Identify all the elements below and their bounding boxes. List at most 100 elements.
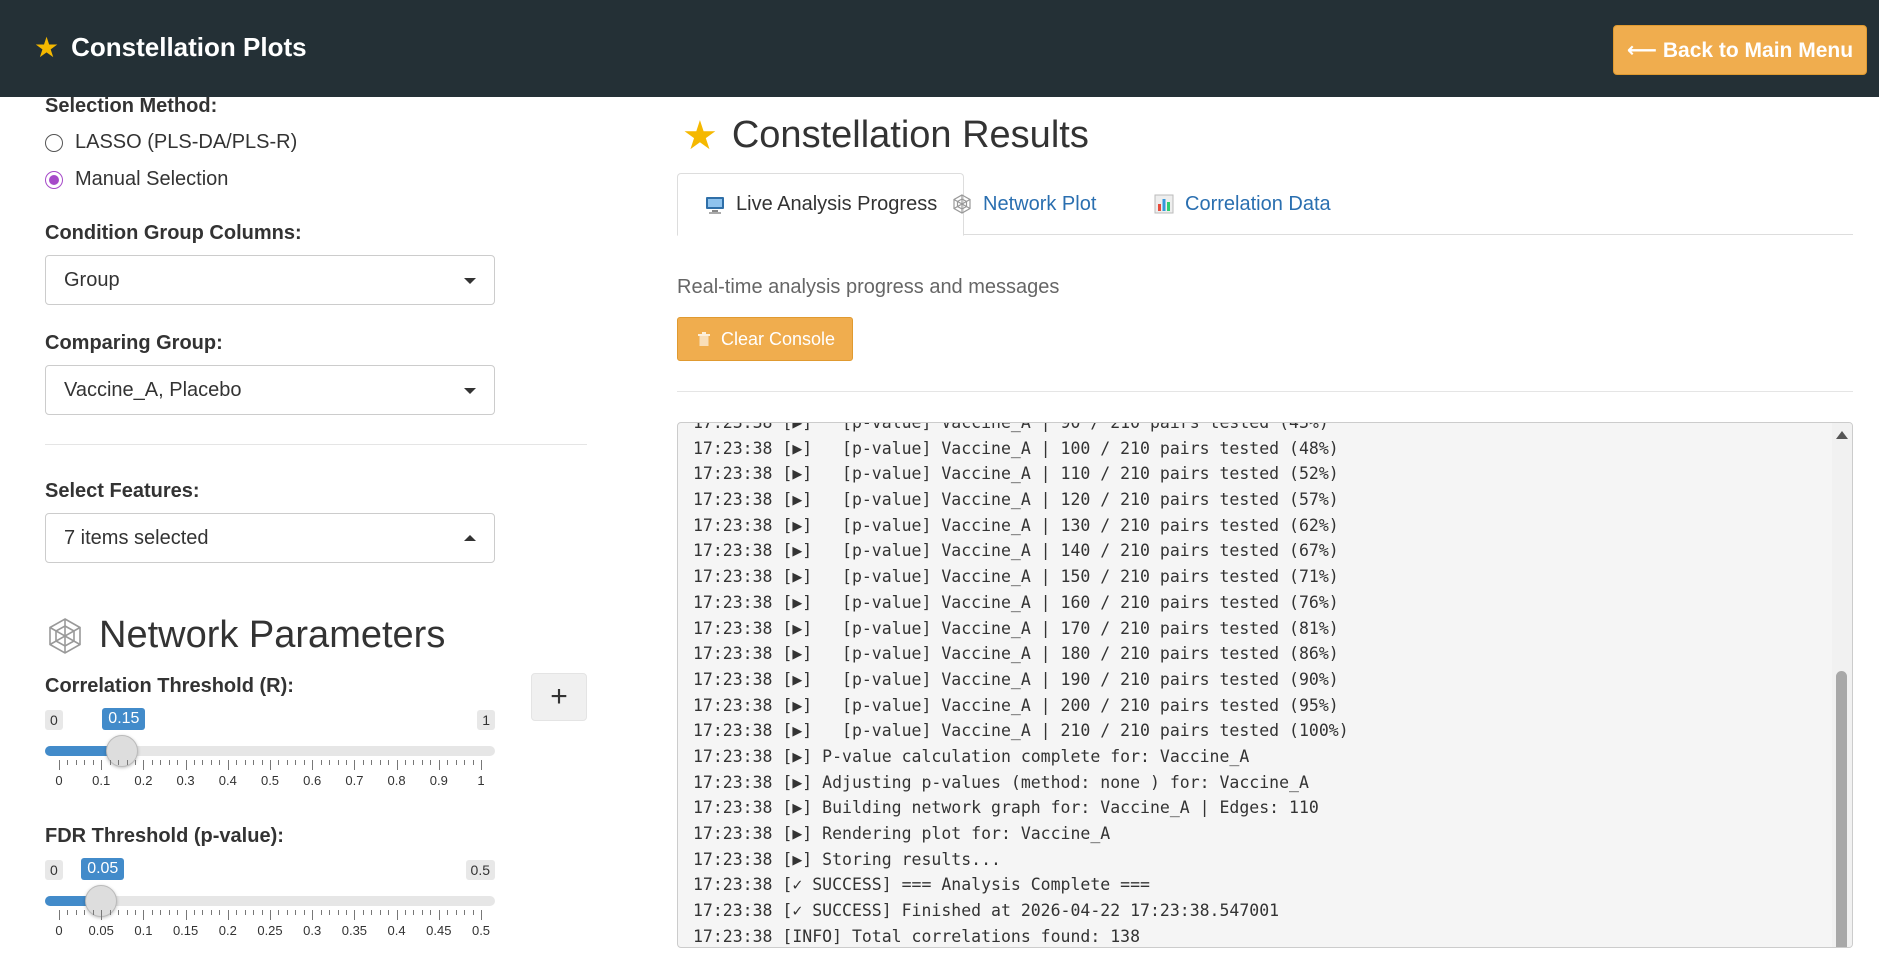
- slider-tick: [134, 760, 136, 765]
- console-line: 17:23:38 [✓ SUCCESS] === Analysis Comple…: [693, 875, 1150, 895]
- slider-tick: [270, 910, 271, 920]
- slider-tick: [168, 760, 170, 765]
- slider-tick: [481, 760, 482, 770]
- slider-tick: [472, 760, 474, 765]
- spiderweb-icon: [953, 194, 971, 214]
- trash-icon: [697, 332, 710, 346]
- console-output[interactable]: 17:23:38 [▶] [p-value] Vaccine_A | 90 / …: [677, 422, 1853, 948]
- slider-tick-label: 0.45: [426, 923, 452, 938]
- slider-tick: [455, 760, 457, 765]
- slider-tick: [227, 760, 229, 770]
- console-line: 17:23:38 [▶] Storing results...: [693, 849, 1001, 869]
- slider-min-label: 0: [45, 710, 63, 730]
- add-button[interactable]: +: [531, 673, 587, 721]
- slider-tick: [286, 760, 288, 765]
- slider-tick: [92, 910, 94, 915]
- slider-value-label: 0.05: [81, 858, 125, 880]
- console-line: 17:23:38 [▶] [p-value] Vaccine_A | 180 /…: [693, 644, 1339, 664]
- slider-tick: [270, 760, 271, 770]
- scrollbar-thumb[interactable]: [1836, 671, 1847, 947]
- slider-tick-label: 0: [55, 773, 63, 788]
- slider-tick-label: 0.9: [429, 773, 448, 788]
- clear-console-label: Clear Console: [720, 328, 836, 349]
- slider-tick: [194, 760, 196, 765]
- slider-tick: [101, 910, 103, 920]
- slider-tick: [379, 910, 381, 915]
- slider-tick: [371, 910, 373, 915]
- slider-tick: [253, 910, 255, 915]
- slider-tick: [438, 910, 440, 920]
- tab-network-plot[interactable]: Network Plot: [925, 173, 1122, 235]
- slider-tick: [236, 760, 238, 765]
- slider-tick: [126, 760, 128, 765]
- slider-tick: [354, 910, 356, 920]
- console-line: 17:23:38 [▶] [p-value] Vaccine_A | 200 /…: [693, 695, 1339, 715]
- slider-tick: [84, 910, 86, 915]
- slider-tick: [75, 910, 77, 915]
- condition-group-select[interactable]: Group: [45, 255, 495, 305]
- plus-icon: +: [550, 680, 568, 713]
- fdr-threshold-slider[interactable]: 0 0.5 0.05 0 0.05 0.1 0.15 0.2 0.25 0.3 0.35 0.4 0.4…: [45, 858, 495, 960]
- slider-tick: [329, 760, 331, 765]
- slider-tick: [354, 760, 356, 770]
- slider-tick: [194, 910, 196, 915]
- correlation-threshold-label: Correlation Threshold (R):: [45, 675, 294, 697]
- slider-tick: [405, 760, 407, 765]
- back-to-main-menu-button[interactable]: ⟵ Back to Main Menu: [1613, 25, 1867, 75]
- console-line: 17:23:38 [▶] [p-value] Vaccine_A | 160 /…: [693, 592, 1339, 612]
- app-title: ★ Constellation Plots: [34, 32, 307, 63]
- slider-tick: [118, 760, 120, 765]
- slider-handle[interactable]: [106, 735, 139, 767]
- slider-tick: [438, 760, 440, 770]
- network-parameters-heading: Network Parameters: [45, 614, 445, 657]
- slider-tick-label: 0.4: [218, 773, 237, 788]
- radio-lasso[interactable]: LASSO (PLS-DA/PLS-R): [45, 131, 297, 154]
- console-line: 17:23:38 [▶] [p-value] Vaccine_A | 140 /…: [693, 541, 1339, 561]
- slider-tick-label: 0.35: [341, 923, 368, 938]
- radio-button-manual[interactable]: [45, 170, 63, 189]
- slider-tick: [143, 760, 145, 770]
- slider-tick: [278, 760, 280, 765]
- console-description: Real-time analysis progress and messages: [677, 276, 1060, 298]
- slider-max-label: 1: [477, 710, 495, 730]
- page-title-text: Constellation Results: [731, 114, 1089, 156]
- clear-console-button[interactable]: Clear Console: [677, 317, 853, 361]
- slider-tick: [244, 910, 246, 915]
- console-scrollbar[interactable]: [1832, 423, 1852, 947]
- slider-tick: [185, 760, 187, 770]
- slider-max-label: 0.5: [465, 860, 495, 880]
- tab-live-analysis-progress[interactable]: Live Analysis Progress: [677, 173, 965, 236]
- caret-up-icon: [464, 535, 476, 541]
- slider-min-label: 0: [45, 860, 63, 880]
- scroll-up-arrow-icon[interactable]: [1836, 431, 1848, 439]
- radio-manual-selection[interactable]: Manual Selection: [45, 168, 228, 191]
- console-line: 17:23:38 [▶] Building network graph for:…: [693, 798, 1319, 818]
- sidebar-divider: [45, 444, 587, 445]
- slider-tick: [253, 760, 255, 765]
- correlation-threshold-slider[interactable]: 0 1 0.15 0 0.1 0.2 0.3 0.4 0.5 0.6 0.7 0.8 0.9 1: [45, 708, 495, 810]
- select-features-dropdown[interactable]: 7 items selected: [45, 513, 495, 563]
- console-line: 17:23:38 [▶] Rendering plot for: Vaccine…: [693, 824, 1111, 843]
- slider-tick: [421, 760, 423, 765]
- radio-button-lasso[interactable]: [45, 133, 63, 152]
- slider-tick: [362, 910, 364, 915]
- page-title: ★ Constellation Results: [682, 114, 1089, 157]
- slider-tick: [337, 760, 339, 765]
- star-icon: ★: [34, 31, 60, 63]
- slider-tick: [151, 760, 153, 765]
- tab-label: Network Plot: [983, 192, 1097, 215]
- slider-tick: [413, 910, 415, 915]
- tab-correlation-data[interactable]: Correlation Data: [1127, 173, 1357, 235]
- slider-tick-label: 0.1: [134, 923, 153, 938]
- select-features-label: Select Features:: [45, 480, 200, 502]
- slider-tick-label: 0.25: [257, 923, 283, 938]
- comparing-group-select[interactable]: Vaccine_A, Placebo: [45, 365, 495, 415]
- slider-tick: [168, 910, 170, 915]
- slider-tick-label: 0.5: [260, 773, 280, 788]
- console-line: 17:23:38 [▶] [p-value] Vaccine_A | 210 /…: [693, 721, 1349, 741]
- top-navbar: ★ Constellation Plots ⟵ Back to Main Men…: [0, 0, 1879, 97]
- results-tabs: Live Analysis Progress Network Plot Corr…: [677, 173, 1853, 236]
- console-line: 17:23:38 [▶] [p-value] Vaccine_A | 100 /…: [693, 438, 1339, 458]
- slider-tick-label: 0.8: [387, 773, 406, 788]
- slider-tick: [118, 910, 120, 915]
